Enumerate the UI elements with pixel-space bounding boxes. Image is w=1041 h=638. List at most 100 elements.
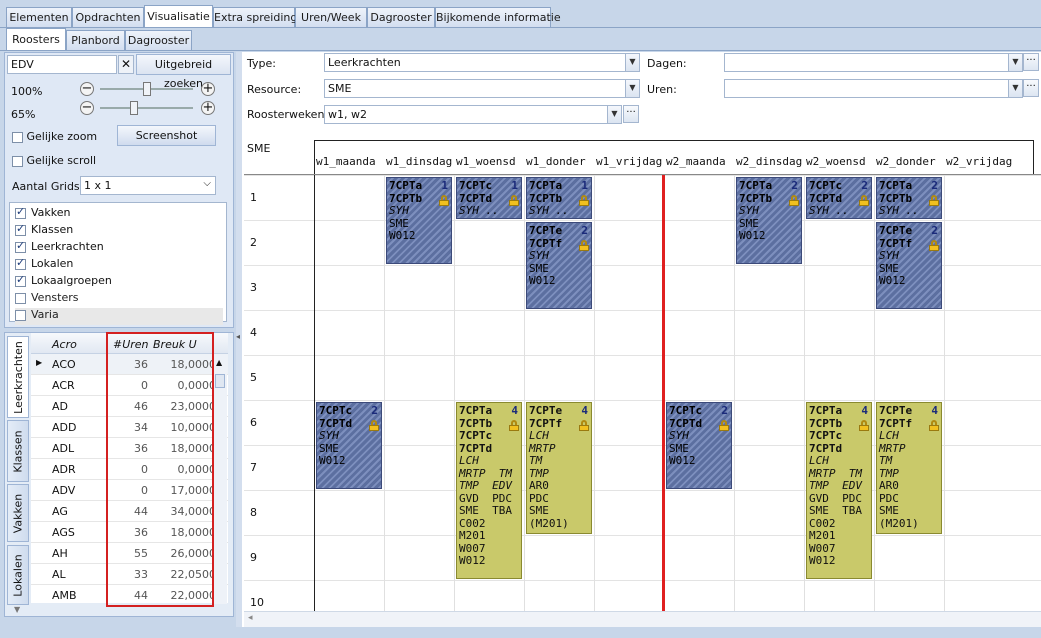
side-tab-lokalen[interactable]: Lokalen [7,545,29,605]
checklist-item-lokalen[interactable]: Lokalen [15,256,223,274]
lesson-block[interactable]: 7CPTc 7CPTd SYH SME W012 2 [666,402,732,489]
lesson-block[interactable]: 7CPTe 7CPTf LCH MRTP TM TMP AR0 PDC SME (M201) 4 [526,402,592,534]
hours-ellipsis-button[interactable]: ··· [1023,79,1039,97]
day-header-w2-vrijdag[interactable]: w2_vrijdag [946,155,1016,168]
day-header-w1-maanda[interactable]: w1_maanda [316,155,386,168]
lesson-block[interactable]: 7CPTc 7CPTd SYH .. 1 [456,177,522,219]
chevron-down-icon[interactable]: ⌵ [203,178,211,189]
side-tab-vakken[interactable]: Vakken [7,484,29,542]
checklist-label: Lokaalgroepen [31,274,112,287]
checklist-item-leerkrachten[interactable]: Leerkrachten [15,239,223,257]
day-header-w2-maanda[interactable]: w2_maanda [666,155,736,168]
tab-extra-spreidingen[interactable]: Extra spreidingen [213,7,311,27]
zoom-slider-1-thumb[interactable] [143,82,151,96]
same-zoom-option[interactable]: Gelijke zoom [12,130,97,143]
lesson-block[interactable]: 7CPTa 7CPTb SYH SME W012 2 [736,177,802,264]
grids-select[interactable]: 1 x 1 ⌵ [80,176,216,195]
day-header-w1-woensd[interactable]: w1_woensd [456,155,526,168]
weeks-select[interactable]: w1, w2 [324,105,622,124]
hours-select[interactable] [724,79,1023,98]
day-header-w1-dinsdag[interactable]: w1_dinsdag [386,155,456,168]
day-header-w2-woensd[interactable]: w2_woensd [806,155,876,168]
checkbox-icon[interactable] [15,292,26,304]
lesson-block[interactable]: 7CPTa 7CPTb 7CPTc 7CPTd LCH MRTP TM TMP EDV GVD… [806,402,872,579]
tab-dagrooster[interactable]: Dagrooster [367,7,435,27]
checkbox-icon[interactable] [15,256,26,270]
scroll-left-icon[interactable]: ◂ [248,613,253,623]
lesson-block[interactable]: 7CPTa 7CPTb SYH .. 2 [876,177,942,219]
zoom-in-icon[interactable]: + [201,82,215,96]
tab-elementen[interactable]: Elementen [6,7,72,27]
checkbox-icon[interactable] [15,222,26,236]
chevron-down-icon[interactable]: ▼ [607,106,621,123]
zoom-out-icon[interactable]: − [80,82,94,96]
checklist-item-varia[interactable]: Varia [15,308,223,325]
day-header-w1-vrijdag[interactable]: w1_vrijdag [596,155,666,168]
day-column-line [454,175,455,611]
lesson-block[interactable]: 7CPTe 7CPTf LCH MRTP TM TMP AR0 PDC SME (M201) 4 [876,402,942,534]
lesson-line: TMP EDV [459,479,512,492]
screenshot-button[interactable]: Screenshot [117,125,216,146]
zoom-out-icon-2[interactable]: − [80,101,94,115]
chevron-down-icon[interactable]: ▼ [1008,54,1022,71]
chevron-down-icon[interactable]: ▼ [1008,80,1022,97]
checkbox-icon[interactable] [12,131,23,143]
lesson-block[interactable]: 7CPTe 7CPTf SYH SME W012 2 [876,222,942,309]
type-select[interactable]: Leerkrachten [324,53,640,72]
lesson-block[interactable]: 7CPTa 7CPTb 7CPTc 7CPTd LCH MRTP TM TMP EDV GVD… [456,402,522,579]
zoom-slider-2-thumb[interactable] [130,101,138,115]
tab-opdrachten[interactable]: Opdrachten [72,7,144,27]
weeks-ellipsis-button[interactable]: ··· [623,105,639,123]
scroll-down-icon[interactable]: ▼ [14,605,20,614]
checkbox-icon[interactable] [15,309,26,321]
day-header-w2-dinsdag[interactable]: w2_dinsdag [736,155,806,168]
subtab-roosters[interactable]: Roosters [6,28,66,51]
lesson-block[interactable]: 7CPTc 7CPTd SYH .. 2 [806,177,872,219]
days-ellipsis-button[interactable]: ··· [1023,53,1039,71]
checkbox-icon[interactable] [15,239,26,253]
lesson-line: LCH [809,454,829,467]
lesson-block[interactable]: 7CPTa 7CPTb SYH .. 1 [526,177,592,219]
tab-uren-week[interactable]: Uren/Week [295,7,367,27]
tab-visualisatie[interactable]: Visualisatie [144,5,213,28]
status-strip [0,627,1041,638]
checklist-item-lokaalgroepen[interactable]: Lokaalgroepen [15,273,223,291]
chevron-down-icon[interactable]: ▼ [625,80,639,97]
scroll-up-icon[interactable]: ▲ [216,358,222,367]
cell-acro: ADL [52,442,75,455]
checklist-item-vensters[interactable]: Vensters [15,291,223,308]
header-acro[interactable]: Acro [52,338,77,351]
period-row: 10 [244,580,1041,611]
advanced-search-button[interactable]: Uitgebreid zoeken [136,54,231,90]
chevron-left-icon[interactable]: ◂ [236,332,240,341]
clear-search-icon[interactable]: ✕ [118,55,134,74]
side-tab-klassen[interactable]: Klassen [7,420,29,482]
tab-bijkomende-informatie[interactable]: Bijkomende informatie [435,7,561,27]
resource-select[interactable]: SME [324,79,640,98]
period-row: 5 [244,355,1041,400]
checklist-item-vakken[interactable]: Vakken [15,205,223,223]
side-tab-leerkrachten[interactable]: Leerkrachten [7,336,29,418]
day-header-w1-donder[interactable]: w1_donder [526,155,596,168]
subtab-planbord[interactable]: Planbord [66,30,125,50]
checkbox-icon[interactable] [15,205,26,219]
lesson-block[interactable]: 7CPTa 7CPTb SYH SME W012 1 [386,177,452,264]
lesson-block[interactable]: 7CPTc 7CPTd SYH SME W012 2 [316,402,382,489]
chevron-down-icon[interactable]: ▼ [625,54,639,71]
search-input[interactable]: EDV [7,55,117,74]
checkbox-icon[interactable] [12,155,23,167]
scroll-thumb[interactable] [215,374,225,388]
zoom-slider-2[interactable] [100,107,193,109]
table-scrollbar[interactable]: ▲ [212,354,227,604]
subtab-dagrooster[interactable]: Dagrooster [125,30,192,50]
same-scroll-option[interactable]: Gelijke scroll [12,154,96,167]
same-zoom-label: Gelijke zoom [26,130,98,143]
horizontal-scrollbar[interactable]: ◂ [244,611,1041,627]
zoom-in-icon-2[interactable]: + [201,101,215,115]
day-header-w2-donder[interactable]: w2_donder [876,155,946,168]
days-select[interactable] [724,53,1023,72]
checklist-item-klassen[interactable]: Klassen [15,222,223,240]
checkbox-icon[interactable] [15,273,26,287]
lesson-block[interactable]: 7CPTe 7CPTf SYH SME W012 2 [526,222,592,309]
period-row: 4 [244,310,1041,355]
